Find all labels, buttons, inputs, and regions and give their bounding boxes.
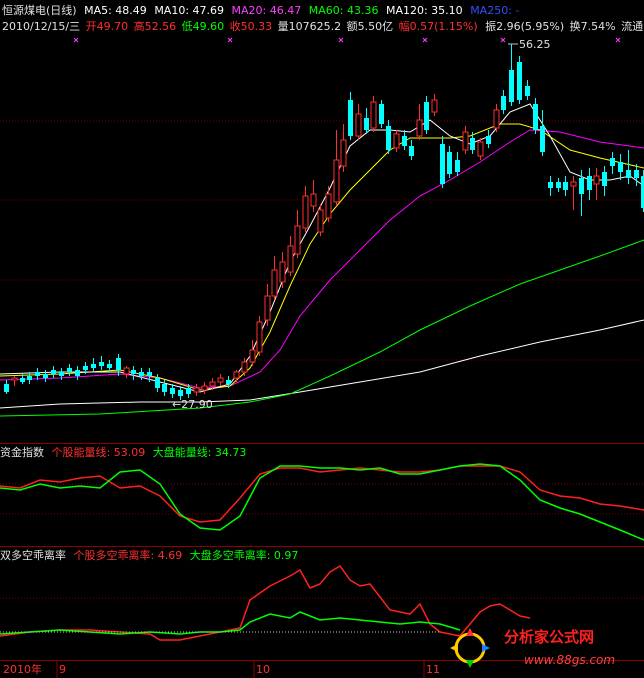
candle-down: [386, 120, 391, 154]
candle-down: [455, 152, 460, 176]
candle-down: [67, 364, 72, 376]
bias-title: 双多空乖离率: [0, 549, 66, 562]
candle-down: [540, 110, 545, 156]
candle-up: [279, 252, 286, 288]
ma10-line: [0, 123, 644, 391]
x-axis-label-oct: 10: [256, 663, 270, 676]
ma-lines: [0, 103, 644, 417]
fund-index-lines: [0, 463, 644, 541]
candle-down: [447, 146, 452, 178]
candles: [4, 44, 644, 400]
candle-up: [193, 384, 200, 396]
candle-down: [602, 166, 607, 196]
fund-index-legend: 资金指数 个股能量线: 53.09 大盘能量线: 34.73: [0, 446, 246, 459]
x-axis-ticks: [56, 660, 425, 678]
bias-legend: 双多空乖离率 个股多空乖离率: 4.69 大盘多空乖离率: 0.97: [0, 549, 298, 562]
candle-up: [325, 186, 332, 222]
candle-up: [287, 236, 294, 276]
candle-down: [43, 370, 48, 382]
candle-down: [424, 96, 429, 134]
candle-down: [170, 384, 175, 398]
candle-up: [593, 168, 600, 200]
candle-up: [302, 186, 309, 232]
price-grid: [0, 120, 644, 599]
candle-up: [333, 130, 340, 206]
watermark-url: www.88gs.com: [524, 653, 616, 667]
candle-down: [75, 366, 80, 380]
candle-down: [99, 356, 104, 370]
candle-down: [548, 176, 553, 196]
candle-down: [517, 56, 522, 104]
candle-down: [409, 140, 414, 160]
candle-up: [462, 126, 469, 154]
candle-up: [264, 284, 271, 326]
candle-up: [493, 104, 500, 132]
candle-down: [91, 358, 96, 372]
candle-down: [4, 380, 9, 394]
candle-down: [610, 152, 615, 174]
candle-up: [431, 94, 438, 116]
market-energy-label: 大盘能量线: 34.73: [152, 446, 247, 459]
candle-up: [11, 376, 18, 386]
ma60-line: [0, 239, 644, 417]
candle-up: [233, 370, 240, 382]
candle-up: [123, 366, 130, 378]
candle-down: [440, 136, 445, 188]
market-bias-label: 大盘多空乖离率: 0.97: [189, 549, 299, 562]
candle-down: [634, 164, 639, 186]
candle-up: [477, 138, 484, 160]
fund-index-title: 资金指数: [0, 446, 44, 459]
panel-separator-1: [0, 443, 644, 444]
candle-down: [27, 372, 32, 384]
candle-down: [509, 44, 514, 106]
candle-down: [402, 130, 407, 150]
candle-down: [501, 90, 506, 114]
candle-up: [416, 104, 423, 140]
candle-down: [556, 178, 561, 192]
stock-energy-label: 个股能量线: 53.09: [51, 446, 146, 459]
panel-separator-2: [0, 546, 644, 547]
low-price-marker: ←27.90: [172, 398, 213, 411]
candle-down: [618, 154, 623, 180]
ma5-line: [0, 103, 644, 393]
candle-down: [626, 150, 631, 184]
candle-up: [256, 316, 263, 356]
candle-down: [348, 92, 353, 140]
x-axis-year: 2010年: [3, 663, 42, 676]
candle-up: [271, 256, 278, 300]
candle-up: [570, 176, 577, 210]
candle-down: [131, 366, 136, 380]
kline-chart[interactable]: [0, 0, 644, 678]
watermark-logo-icon: [450, 628, 490, 668]
market-bias-line: [0, 611, 461, 635]
ma120-line: [0, 319, 644, 409]
candle-down: [379, 100, 384, 128]
x-axis-label-nov: 11: [426, 663, 440, 676]
candle-down: [563, 176, 568, 196]
candle-down: [486, 130, 491, 148]
candle-down: [525, 80, 530, 100]
candle-up: [249, 340, 256, 366]
high-price-marker: 56.25: [519, 38, 551, 51]
candle-down: [116, 354, 121, 376]
candle-down: [587, 168, 592, 200]
candle-up: [294, 210, 301, 258]
candle-down: [51, 366, 56, 378]
ma20-line: [0, 129, 644, 389]
candle-up: [370, 96, 377, 132]
candle-up: [201, 382, 208, 394]
x-axis-label-sep: 9: [59, 663, 66, 676]
candle-up: [393, 130, 400, 152]
candle-up: [310, 180, 317, 212]
candle-down: [533, 98, 538, 134]
candle-up: [340, 124, 347, 172]
watermark-name: 分析家公式网: [504, 628, 595, 646]
candle-up: [355, 104, 362, 140]
candle-up: [217, 374, 224, 386]
stock-bias-label: 个股多空乖离率: 4.69: [73, 549, 183, 562]
watermark: 分析家公式网 www.88gs.com: [440, 618, 644, 678]
candle-down: [364, 108, 369, 134]
market-energy-line: [0, 463, 644, 541]
